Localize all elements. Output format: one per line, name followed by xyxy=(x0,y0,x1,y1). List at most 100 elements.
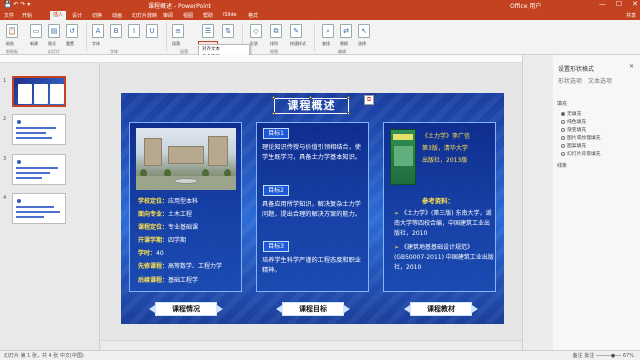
building-shape xyxy=(208,136,228,166)
quick-styles-icon: ✎ xyxy=(293,27,299,35)
info-row: 后续课程：基础工程学 xyxy=(138,276,199,284)
window-controls: — ☐ ✕ xyxy=(599,0,638,8)
goal-text-2: 具备应用所学知识，解决复杂土力学问题，提出合理的解决方案的能力。 xyxy=(262,201,361,218)
arrange-button[interactable]: ⧉ xyxy=(270,24,282,38)
tab-slideshow[interactable]: 幻灯片放映 xyxy=(132,12,157,19)
font-button[interactable]: A xyxy=(92,24,104,38)
shapes-button[interactable]: ◇ xyxy=(250,24,262,38)
font-icon: A xyxy=(95,27,101,35)
status-left: 幻灯片 第 1 张，共 4 张 中文(中国) xyxy=(4,353,84,359)
slide-number: 3 xyxy=(3,156,7,162)
user-name[interactable]: Office 用户 xyxy=(510,1,541,10)
replace-label: 替换 xyxy=(340,41,348,46)
resize-handle[interactable] xyxy=(309,96,312,99)
resize-handle[interactable] xyxy=(347,96,350,99)
align-text-button[interactable]: ☰ xyxy=(202,24,214,38)
tab-format[interactable]: 格式 xyxy=(248,12,258,19)
maximize-icon[interactable]: ☐ xyxy=(616,0,622,8)
quick-styles-label: 快速样式 xyxy=(290,41,306,46)
share-button[interactable]: 共享 xyxy=(626,12,636,19)
info-row: 课程定位：专业基础课 xyxy=(138,224,199,232)
status-right[interactable]: 备注 批注 ─────●── 67% xyxy=(573,352,634,359)
fill-option[interactable]: 幻灯片背景填充 xyxy=(561,150,601,157)
tab-view[interactable]: 视图 xyxy=(183,12,193,19)
resize-handle[interactable] xyxy=(347,112,350,115)
reference-item: ➢ 《建筑地基基础设计规范》(GB50007-2011) 中国建筑工业出版社，2… xyxy=(394,244,494,271)
fill-section-header[interactable]: 填充 xyxy=(557,100,567,107)
close-icon[interactable]: ✕ xyxy=(629,63,634,70)
reset-button[interactable]: ↺ xyxy=(66,24,78,38)
thumb-line xyxy=(16,167,58,169)
pane-tab-text[interactable]: 文本选项 xyxy=(588,76,612,85)
layout-icon: ▤ xyxy=(50,27,58,35)
layout-options-icon[interactable]: ⧉ xyxy=(364,95,374,105)
tab-design[interactable]: 设计 xyxy=(72,12,82,19)
underline-button[interactable]: U xyxy=(146,24,158,38)
fill-option[interactable]: 无填充 xyxy=(561,110,581,117)
course-info-pill: 课程情况 xyxy=(149,302,223,316)
pane-gutter xyxy=(523,55,553,350)
tab-help[interactable]: 帮助 xyxy=(203,12,213,19)
pane-title: 设置形状格式 xyxy=(558,66,595,73)
pane-tab-shape[interactable]: 形状选项 xyxy=(558,76,582,85)
italic-button[interactable]: I xyxy=(128,24,140,38)
close-icon[interactable]: ✕ xyxy=(632,0,638,8)
bold-button[interactable]: B xyxy=(110,24,122,38)
fill-option[interactable]: 渐变填充 xyxy=(561,126,586,133)
tab-animations[interactable]: 动画 xyxy=(112,12,122,19)
radio-icon xyxy=(561,111,565,116)
campus-photo xyxy=(136,128,236,190)
dropdown-option[interactable]: 对齐文本 xyxy=(199,45,249,53)
status-bar: 幻灯片 第 1 张，共 4 张 中文(中国) 备注 批注 ─────●── 67… xyxy=(0,350,640,360)
slide-title[interactable]: 课程概述 xyxy=(274,98,349,114)
text-direction-button[interactable]: ⇅ xyxy=(222,24,234,38)
bullet-icon: ➢ xyxy=(394,210,401,217)
thumb-line xyxy=(16,137,52,139)
thumb-card xyxy=(18,84,32,104)
resize-handle[interactable] xyxy=(272,96,275,99)
find-button[interactable]: ⌕ xyxy=(322,24,334,38)
tab-transitions[interactable]: 切换 xyxy=(92,12,102,19)
select-button[interactable]: ↖ xyxy=(358,24,370,38)
paragraph-button[interactable]: ≡ xyxy=(172,24,184,38)
thumb-dot xyxy=(17,160,21,164)
tab-file[interactable]: 文件 xyxy=(4,12,14,19)
slide-thumbnail-2[interactable] xyxy=(12,114,66,145)
resize-handle[interactable] xyxy=(272,112,275,115)
minimize-icon[interactable]: — xyxy=(599,0,606,8)
references-heading: 参考资料： xyxy=(422,197,454,205)
slide-number: 1 xyxy=(3,78,7,84)
tab-insert[interactable]: 插入 xyxy=(50,11,67,20)
slide-thumbnail-4[interactable] xyxy=(12,193,66,224)
search-icon: ⌕ xyxy=(326,27,330,35)
layout-label: 版式 xyxy=(48,41,56,46)
textbook-panel: 《土力学》李广信 第3版，清华大学 出版社，2013版 参考资料： ➢ 《土力学… xyxy=(383,122,496,292)
line-section-header[interactable]: 线条 xyxy=(557,162,567,169)
layout-button[interactable]: ▤ xyxy=(48,24,60,38)
tab-islide[interactable]: iSlide xyxy=(223,12,237,18)
paste-button[interactable]: 📋 xyxy=(6,24,18,38)
new-slide-button[interactable]: ▭ xyxy=(30,24,42,38)
thumb-card xyxy=(34,84,48,104)
fill-option[interactable]: 图案填充 xyxy=(561,142,586,149)
tab-home[interactable]: 开始 xyxy=(22,12,32,19)
info-row: 先修课程：高等数学、工程力学 xyxy=(138,263,223,271)
format-shape-pane: 设置形状格式 ✕ 形状选项 文本选项 填充 无填充 纯色填充 渐变填充 图片或纹… xyxy=(522,55,640,350)
pane-tabs: 形状选项 文本选项 xyxy=(558,76,612,85)
tab-review[interactable]: 审阅 xyxy=(163,12,173,19)
slide-thumbnail-3[interactable] xyxy=(12,154,66,185)
quick-access-icons[interactable]: 💾 ↶ ↷ ▾ xyxy=(4,1,30,8)
goal-badge-3: 目标3 xyxy=(263,241,289,252)
replace-button[interactable]: ⇄ xyxy=(340,24,352,38)
notes-area[interactable] xyxy=(101,340,522,350)
slide-thumbnail-1[interactable] xyxy=(12,76,66,107)
textbook-pill: 课程教材 xyxy=(404,302,478,316)
thumb-line xyxy=(16,132,46,134)
slide-number: 2 xyxy=(3,116,7,122)
slide-canvas[interactable]: 课程概述 ⧉ 学校定位：应用型本科 面向专业：土木工程 课程定位：专业基础课 开… xyxy=(121,93,504,324)
quick-styles-button[interactable]: ✎ xyxy=(290,24,302,38)
fill-option[interactable]: 纯色填充 xyxy=(561,118,586,125)
course-goals-panel: 目标1 理论知识传授与价值引领相结合，使学生既学习，具备土力学基本知识。 目标2… xyxy=(256,122,369,292)
textbook-cover xyxy=(390,129,416,185)
fill-option[interactable]: 图片或纹理填充 xyxy=(561,134,601,141)
